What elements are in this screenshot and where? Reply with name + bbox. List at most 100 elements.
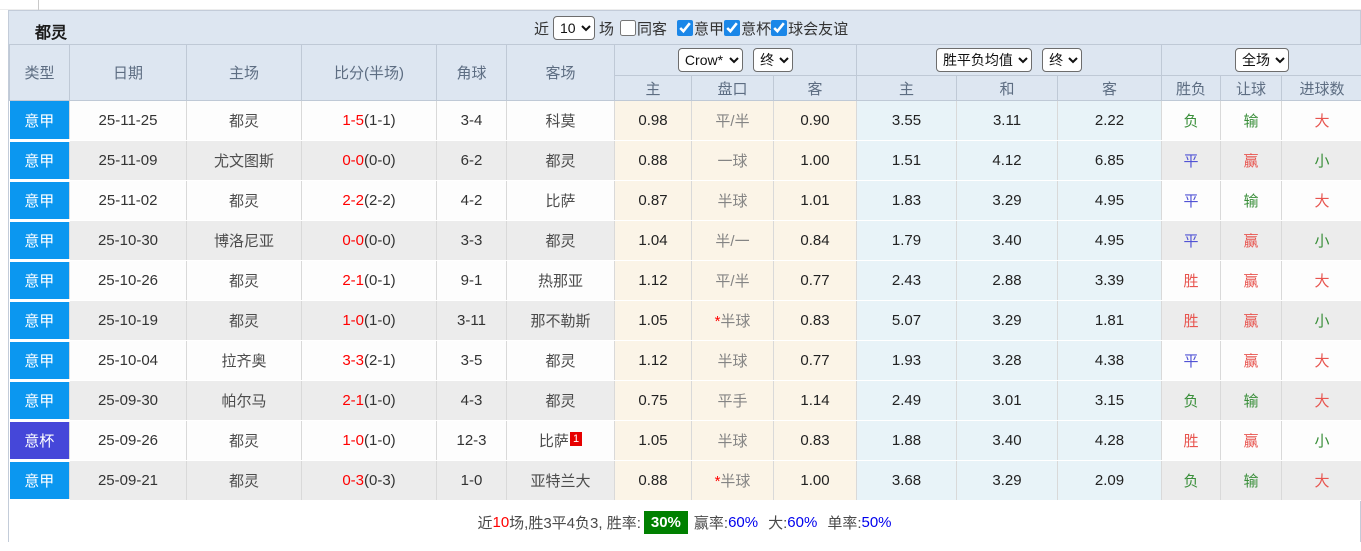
away-team[interactable]: 热那亚 xyxy=(506,260,615,301)
footer-winodds-label: 赢率: xyxy=(693,514,729,532)
home-team[interactable]: 拉齐奥 xyxy=(186,340,302,381)
table-row: 意甲 25-10-26 都灵 2-1(0-1) 9-1 热那亚 1.12 平/半… xyxy=(9,260,1361,302)
scope-select[interactable]: 全场 xyxy=(1235,48,1290,72)
col-home: 主场 xyxy=(186,44,302,101)
away-team-label: 热那亚 xyxy=(537,273,583,290)
same-away-checkbox[interactable] xyxy=(620,20,637,36)
filter-toolbar: 都灵 近 10 场 同客 意甲 意杯 球会友谊 xyxy=(9,10,1360,44)
handicap-cell: *半球 xyxy=(691,300,774,341)
away-team-label: 都灵 xyxy=(545,233,576,250)
away-team[interactable]: 都灵 xyxy=(506,140,615,181)
corners-cell: 12-3 xyxy=(436,420,507,461)
handicap-result-cell: 赢 xyxy=(1220,140,1283,181)
handicap-result-cell: 赢 xyxy=(1220,260,1283,301)
match-date: 25-09-30 xyxy=(69,380,187,421)
avg-away-cell: 3.15 xyxy=(1057,380,1163,421)
league-label: 意甲 xyxy=(24,273,55,290)
away-team[interactable]: 都灵 xyxy=(506,380,615,421)
corners-cell: 6-2 xyxy=(436,140,507,181)
away-team[interactable]: 科莫 xyxy=(506,100,615,141)
goals-result-cell: 大 xyxy=(1281,260,1361,301)
corners-cell: 1-0 xyxy=(436,460,507,501)
odds-home-cell: 0.88 xyxy=(614,140,692,181)
table-row: 意甲 25-10-04 拉齐奥 3-3(2-1) 3-5 都灵 1.12 半球 … xyxy=(9,340,1361,382)
sub-avg-away: 客 xyxy=(1057,75,1163,101)
avg-home-cell: 5.07 xyxy=(856,300,958,341)
halftime-score: (0-1) xyxy=(364,272,396,289)
league-label: 意甲 xyxy=(24,193,55,210)
avg-stage-select[interactable]: 终 xyxy=(1042,48,1083,72)
corners-cell: 3-5 xyxy=(436,340,507,381)
matches-label: 场 xyxy=(599,20,615,38)
goals-result-cell: 大 xyxy=(1281,340,1361,381)
handicap-cell: *半球 xyxy=(691,460,774,501)
home-team[interactable]: 都灵 xyxy=(186,180,302,221)
score-cell: 1-5(1-1) xyxy=(301,100,437,141)
halftime-score: (1-0) xyxy=(364,392,396,409)
sub-avg-draw: 和 xyxy=(956,75,1059,101)
league-checkbox-label: 意杯 xyxy=(741,20,772,38)
league-checkbox-1[interactable] xyxy=(724,20,741,36)
avg-home-cell: 1.83 xyxy=(856,180,958,221)
handicap-label: 半球 xyxy=(717,193,748,210)
goals-result-cell: 小 xyxy=(1281,140,1361,181)
avg-draw-cell: 3.29 xyxy=(956,300,1059,341)
home-team[interactable]: 帕尔马 xyxy=(186,380,302,421)
avg-type-select[interactable]: 胜平负均值 xyxy=(935,48,1032,72)
handicap-result-cell: 输 xyxy=(1220,460,1283,501)
goals-result-cell: 大 xyxy=(1281,460,1361,501)
corners-cell: 4-2 xyxy=(436,180,507,221)
corners-cell: 9-1 xyxy=(436,260,507,301)
match-date: 25-10-30 xyxy=(69,220,187,261)
odds-away-cell: 1.14 xyxy=(773,380,858,421)
avg-draw-cell: 3.11 xyxy=(956,100,1059,141)
fulltime-score: 2-2 xyxy=(342,192,364,209)
result-cell: 负 xyxy=(1161,460,1222,501)
match-date: 25-11-25 xyxy=(69,100,187,141)
home-team[interactable]: 都灵 xyxy=(186,300,302,341)
away-team[interactable]: 亚特兰大 xyxy=(506,460,615,501)
league-checkbox-0[interactable] xyxy=(677,20,694,36)
league-checkbox-2[interactable] xyxy=(771,20,788,36)
home-team[interactable]: 都灵 xyxy=(186,260,302,301)
odds-home-cell: 0.98 xyxy=(614,100,692,141)
score-cell: 1-0(1-0) xyxy=(301,300,437,341)
halftime-score: (2-2) xyxy=(364,192,396,209)
filter-controls: 近 10 场 同客 意甲 意杯 球会友谊 xyxy=(534,15,848,41)
home-team[interactable]: 都灵 xyxy=(186,420,302,461)
footer-single-label: 单率: xyxy=(827,514,862,532)
footer-big-label: 大: xyxy=(768,514,788,532)
avg-home-cell: 2.49 xyxy=(856,380,958,421)
match-date: 25-09-21 xyxy=(69,460,187,501)
fulltime-score: 0-0 xyxy=(342,152,364,169)
bookmaker-select[interactable]: Crow* xyxy=(677,48,743,72)
odds-home-cell: 0.87 xyxy=(614,180,692,221)
away-team[interactable]: 那不勒斯 xyxy=(506,300,615,341)
away-team[interactable]: 都灵 xyxy=(506,340,615,381)
away-team[interactable]: 比萨 1 xyxy=(506,420,615,461)
halftime-score: (1-0) xyxy=(364,432,396,449)
home-team[interactable]: 博洛尼亚 xyxy=(186,220,302,261)
avg-draw-cell: 3.29 xyxy=(956,460,1059,501)
handicap-label: 半/一 xyxy=(715,233,750,250)
halftime-score: (0-0) xyxy=(364,232,396,249)
handicap-label: 半球 xyxy=(717,353,748,370)
home-team[interactable]: 尤文图斯 xyxy=(186,140,302,181)
footer-winodds-value: 60% xyxy=(728,513,759,531)
handicap-label: 半球 xyxy=(720,473,751,490)
odds-home-cell: 1.04 xyxy=(614,220,692,261)
avg-away-cell: 1.81 xyxy=(1057,300,1163,341)
corners-cell: 3-3 xyxy=(436,220,507,261)
avg-draw-cell: 4.12 xyxy=(956,140,1059,181)
avg-home-cell: 2.43 xyxy=(856,260,958,301)
home-team[interactable]: 都灵 xyxy=(186,100,302,141)
away-team[interactable]: 比萨 xyxy=(506,180,615,221)
odds-away-cell: 0.77 xyxy=(773,340,858,381)
home-team[interactable]: 都灵 xyxy=(186,460,302,501)
odds-stage-select[interactable]: 终 xyxy=(753,48,794,72)
away-team[interactable]: 都灵 xyxy=(506,220,615,261)
league-badge: 意甲 xyxy=(9,380,70,422)
divider xyxy=(38,0,39,10)
recent-count-select[interactable]: 10 xyxy=(553,16,596,40)
footer-recent-label: 近 xyxy=(477,514,493,532)
